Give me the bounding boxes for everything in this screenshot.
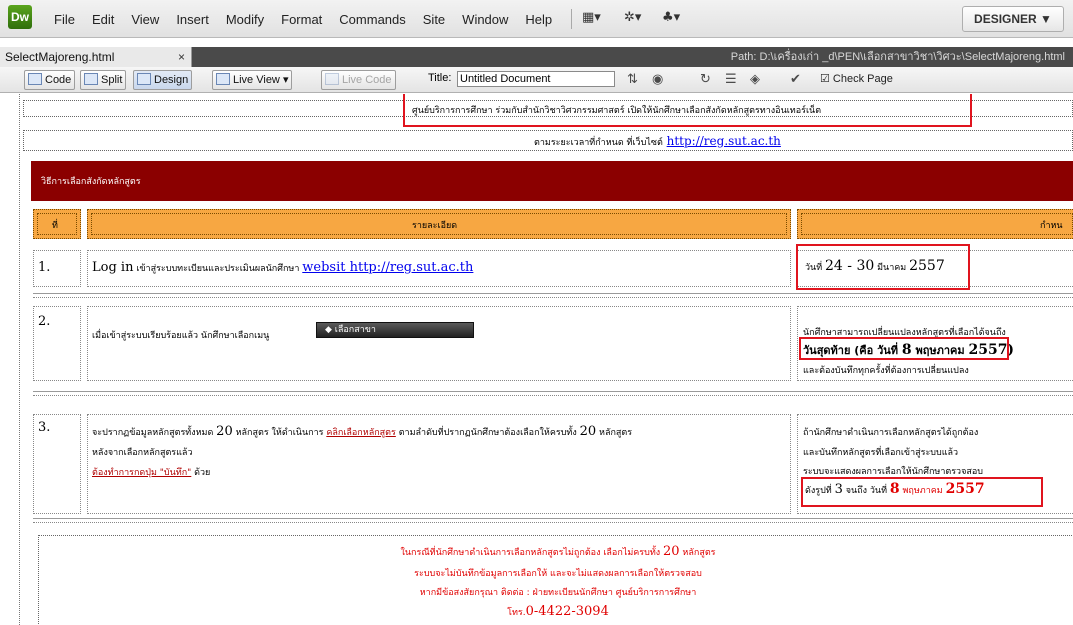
menu-modify[interactable]: Modify [226,12,264,27]
main-menu: File Edit View Insert Modify Format Comm… [54,0,569,38]
schedule-text: ตามระยะเวลาที่กำหนด ที่เว็บไซต์ [534,138,663,148]
schedule-line: ตามระยะเวลาที่กำหนด ที่เว็บไซต์ http://r… [534,134,781,149]
menu-commands[interactable]: Commands [339,12,405,27]
row2-detail-cell [87,306,791,381]
row1-text: Log in เข้าสู่ระบบทะเบียนและประเมินผลนัก… [92,260,474,275]
row2-number: 2. [38,314,51,329]
row-separator-3 [33,518,1073,523]
document-tab-bar: SelectMajoreng.html × Path: D:\เครื่องเก… [0,47,1073,67]
row-separator-2 [33,391,1073,396]
row3-save-link[interactable]: ต้องทำการกดปุ่ม "บันทึก" [92,468,191,478]
row2-right-line3: และต้องบันทึกทุกครั้งที่ต้องการเปลี่ยนแป… [803,366,969,376]
menu-insert[interactable]: Insert [176,12,209,27]
menu-window[interactable]: Window [462,12,508,27]
document-toolbar: Code Split Design Live View ▾ Live Code … [0,67,1073,93]
live-code-button[interactable]: Live Code [321,70,396,90]
visual-aids-icon[interactable]: ◈ [750,72,760,87]
document-tab-label: SelectMajoreng.html [5,50,115,64]
row3-line2: หลังจากเลือกหลักสูตรแล้ว [92,448,193,458]
menu-divider [571,9,572,29]
row3-line1: จะปรากฏข้อมูลหลักสูตรทั้งหมด 20 หลักสูตร… [92,424,633,439]
header-deadline-cell: กำหน [797,209,1073,239]
menu-file[interactable]: File [54,12,75,27]
document-title-input[interactable]: Untitled Document [457,71,615,87]
code-view-button[interactable]: Code [24,70,76,90]
extend-gear-icon[interactable]: ✲▾ [624,10,641,25]
header-detail-cell: รายละเอียด [87,209,791,239]
row3-date-highlight [801,477,1043,507]
design-icon [137,73,151,85]
schedule-link[interactable]: http://reg.sut.ac.th [667,134,781,148]
refresh-icon[interactable]: ↻ [700,72,711,87]
row3-click-link[interactable]: คลิกเลือกหลักสูตร [326,428,396,438]
design-view-button[interactable]: Design [133,70,193,90]
row3-number: 3. [38,420,51,435]
row3-right-line1: ถ้านักศึกษาดำเนินการเลือกหลักสูตรได้ถูกต… [803,428,979,438]
document-tab[interactable]: SelectMajoreng.html × [0,47,192,67]
notice-line4: โทร.0-4422-3094 [507,604,609,619]
check-page-button[interactable]: ☑ Check Page [820,72,893,85]
header-no: ที่ [52,221,58,231]
title-label: Title: [428,72,452,84]
live-view-icon [216,73,230,85]
site-icon[interactable]: ♣▾ [662,10,680,25]
workspace-switcher[interactable]: DESIGNER ▼ [962,6,1064,32]
page-margin-guide [19,94,20,625]
design-canvas[interactable]: ศูนย์บริการการศึกษา ร่วมกับสำนักวิชาวิศว… [0,94,1073,625]
intro-highlight-box [403,94,972,127]
menu-edit[interactable]: Edit [92,12,114,27]
menu-format[interactable]: Format [281,12,322,27]
file-path: Path: D:\เครื่องเก่า _d\PEN\เลือกสาขาวิช… [730,51,1065,63]
close-tab-icon[interactable]: × [178,47,185,67]
menu-help[interactable]: Help [525,12,552,27]
menu-view[interactable]: View [131,12,159,27]
row3-right-line3: ระบบจะแสดงผลการเลือกให้นักศึกษาตรวจสอบ [803,467,983,477]
select-major-menu-image[interactable]: ◆ เลือกสาขา [316,322,474,338]
row1-number: 1. [38,260,51,275]
view-options-icon[interactable]: ☰ [725,72,737,87]
header-detail: รายละเอียด [412,221,458,231]
row1-link[interactable]: websit http://reg.sut.ac.th [302,260,473,275]
row2-date-highlight [799,337,1009,360]
notice-line3: หากมีข้อสงสัยกรุณา ติดต่อ : ฝ่ายทะเบียนน… [419,588,697,598]
menu-site[interactable]: Site [423,12,445,27]
menu-bar: Dw File Edit View Insert Modify Format C… [0,0,1073,38]
header-no-cell: ที่ [33,209,81,239]
validate-icon[interactable]: ✔ [790,72,801,87]
code-icon [28,73,42,85]
row2-text: เมื่อเข้าสู่ระบบเรียบร้อยแล้ว นักศึกษาเล… [92,331,270,341]
banner-title: วิธีการเลือกสังกัดหลักสูตร [41,177,141,187]
notice-line1: ในกรณีที่นักศึกษาดำเนินการเลือกหลักสูตรไ… [400,544,716,559]
header-deadline: กำหน [1040,221,1063,231]
row-separator-1 [33,293,1073,298]
live-view-button[interactable]: Live View ▾ [212,70,293,90]
row3-line3: ต้องทำการกดปุ่ม "บันทึก" ด้วย [92,468,211,478]
row3-right-line2: และบันทึกหลักสูตรที่เลือกเข้าสู่ระบบแล้ว [803,448,959,458]
file-management-icon[interactable]: ⇅ [627,72,638,87]
split-view-button[interactable]: Split [80,70,127,90]
split-icon [84,73,98,85]
layout-icon[interactable]: ▦▾ [582,10,601,25]
notice-line2: ระบบจะไม่บันทึกข้อมูลการเลือกให้ และจะไม… [414,569,702,579]
section-banner: วิธีการเลือกสังกัดหลักสูตร [31,161,1073,201]
row1-date-highlight [796,244,970,290]
preview-browser-icon[interactable]: ◉ [652,72,663,87]
notice-text: ในกรณีที่นักศึกษาดำเนินการเลือกหลักสูตรไ… [38,544,1073,619]
live-code-icon [325,73,339,85]
dreamweaver-logo: Dw [8,5,32,29]
